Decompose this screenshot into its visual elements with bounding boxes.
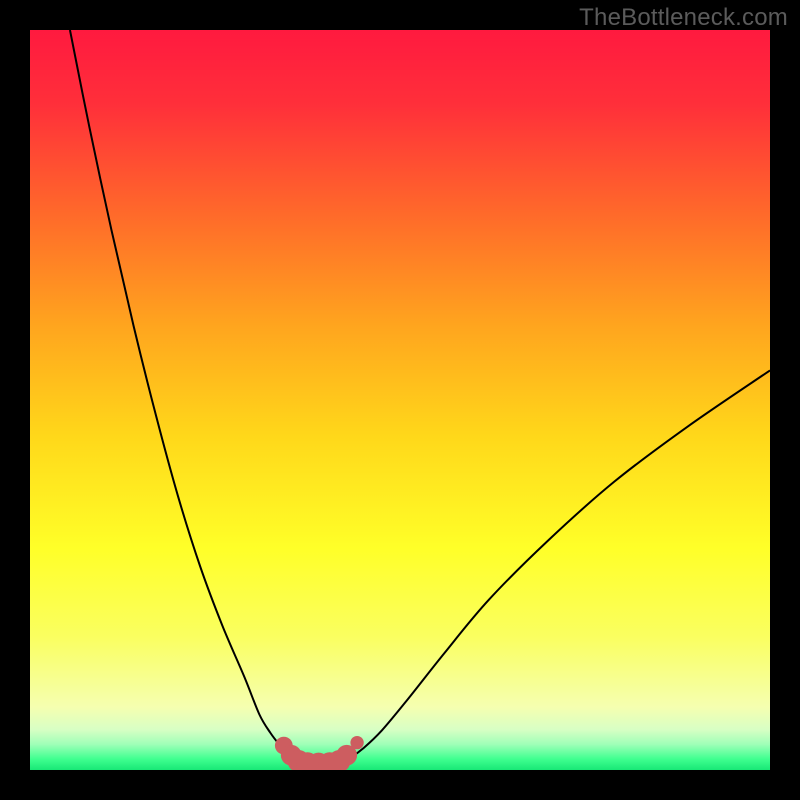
chart-frame: TheBottleneck.com — [0, 0, 800, 800]
valley-marker — [350, 736, 363, 749]
valley-markers-group — [275, 736, 364, 770]
bottleneck-curve — [30, 30, 770, 770]
plot-area — [30, 30, 770, 770]
watermark-text: TheBottleneck.com — [579, 4, 788, 32]
curve-path — [70, 30, 770, 764]
